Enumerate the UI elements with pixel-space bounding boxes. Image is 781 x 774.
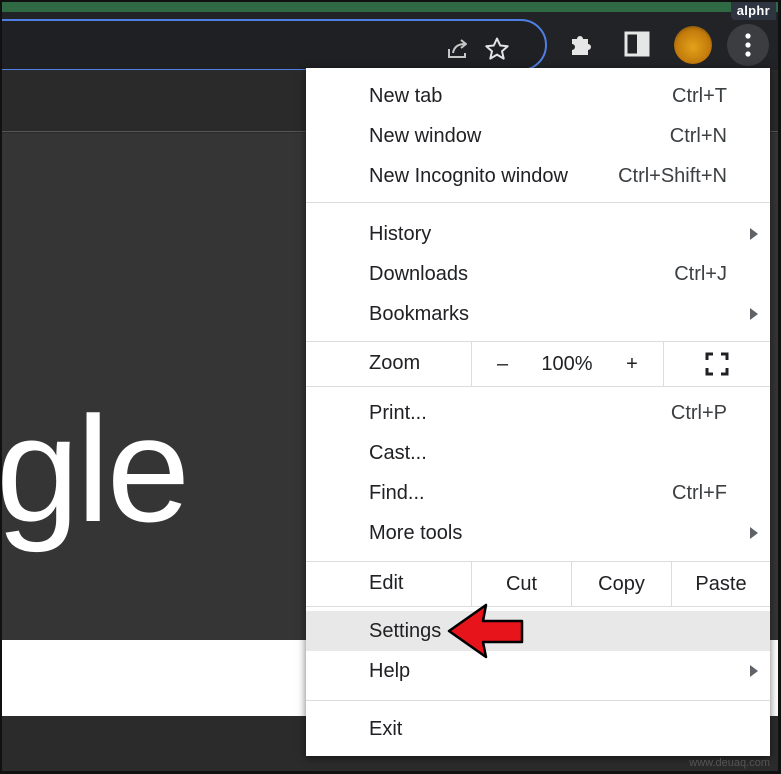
menu-item-label: Cast... — [369, 442, 427, 464]
menu-item-history[interactable]: History — [306, 214, 770, 254]
menu-item-cast[interactable]: Cast... — [306, 433, 770, 473]
menu-item-shortcut: Ctrl+N — [669, 125, 727, 147]
browser-window: alphr gle New tab Ctrl+T New window Ctrl… — [0, 0, 781, 774]
submenu-arrow-icon — [750, 228, 758, 240]
menu-item-label: New window — [369, 125, 482, 147]
menu-item-shortcut: Ctrl+F — [672, 482, 727, 504]
brand-badge: alphr — [730, 2, 776, 20]
menu-item-new-incognito-window[interactable]: New Incognito window Ctrl+Shift+N — [306, 156, 770, 196]
edit-row: Edit Cut Copy Paste — [306, 562, 770, 606]
menu-separator — [306, 202, 770, 203]
menu-item-exit[interactable]: Exit — [306, 709, 770, 749]
menu-item-shortcut: Ctrl+T — [672, 85, 727, 107]
menu-item-new-window[interactable]: New window Ctrl+N — [306, 116, 770, 156]
zoom-row: Zoom – 100% + — [306, 342, 770, 386]
zoom-label: Zoom — [369, 352, 421, 374]
submenu-arrow-icon — [750, 665, 758, 677]
menu-item-more-tools[interactable]: More tools — [306, 513, 770, 553]
menu-item-label: Bookmarks — [369, 303, 470, 325]
google-logo-partial: gle — [0, 385, 190, 553]
zoom-minus-text: – — [496, 352, 509, 375]
zoom-level-value: 100% — [533, 342, 601, 386]
menu-item-bookmarks[interactable]: Bookmarks — [306, 294, 770, 334]
edit-label: Edit — [369, 572, 404, 594]
menu-item-settings[interactable]: Settings — [306, 611, 770, 651]
zoom-in-button[interactable]: + — [601, 342, 663, 386]
fullscreen-button[interactable] — [663, 342, 770, 386]
menu-separator — [306, 700, 770, 701]
paste-label: Paste — [695, 572, 747, 595]
menu-item-label: Settings — [369, 620, 442, 642]
menu-item-label: More tools — [369, 522, 463, 544]
zoom-value-text: 100% — [541, 352, 593, 375]
menu-item-label: Downloads — [369, 263, 468, 285]
fullscreen-icon — [705, 352, 729, 376]
cut-button[interactable]: Cut — [471, 562, 571, 606]
menu-separator — [306, 386, 770, 387]
browser-toolbar — [2, 12, 778, 71]
submenu-arrow-icon — [750, 308, 758, 320]
side-panel-icon[interactable] — [621, 28, 653, 60]
profile-avatar[interactable] — [674, 26, 712, 64]
menu-item-label: Help — [369, 660, 411, 682]
menu-item-shortcut: Ctrl+P — [670, 402, 727, 424]
copy-label: Copy — [598, 572, 645, 595]
menu-item-help[interactable]: Help — [306, 651, 770, 691]
window-top-strip — [2, 2, 778, 12]
menu-item-find[interactable]: Find... Ctrl+F — [306, 473, 770, 513]
menu-item-shortcut: Ctrl+J — [674, 263, 727, 285]
submenu-arrow-icon — [750, 527, 758, 539]
bookmark-star-icon[interactable] — [483, 35, 511, 63]
menu-item-label: New Incognito window — [369, 165, 568, 187]
zoom-out-button[interactable]: – — [471, 342, 533, 386]
menu-item-shortcut: Ctrl+Shift+N — [618, 165, 727, 187]
red-pointer-arrow-icon — [447, 603, 524, 659]
menu-item-label: Find... — [369, 482, 425, 504]
address-bar[interactable] — [2, 19, 547, 71]
cut-label: Cut — [505, 572, 538, 595]
copy-button[interactable]: Copy — [571, 562, 671, 606]
menu-item-label: Print... — [369, 402, 427, 424]
menu-item-label: Exit — [369, 718, 403, 740]
zoom-plus-text: + — [626, 352, 638, 375]
three-dots-vertical-icon — [745, 33, 751, 57]
share-icon[interactable] — [444, 35, 472, 63]
menu-item-label: New tab — [369, 85, 443, 107]
menu-item-new-tab[interactable]: New tab Ctrl+T — [306, 76, 770, 116]
menu-item-label: History — [369, 223, 432, 245]
menu-separator — [306, 606, 770, 607]
paste-button[interactable]: Paste — [671, 562, 770, 606]
chrome-menu-button[interactable] — [727, 24, 769, 66]
menu-item-downloads[interactable]: Downloads Ctrl+J — [306, 254, 770, 294]
menu-item-print[interactable]: Print... Ctrl+P — [306, 393, 770, 433]
chrome-menu: New tab Ctrl+T New window Ctrl+N New Inc… — [306, 68, 770, 756]
watermark: www.deuaq.com — [689, 757, 770, 769]
extensions-puzzle-icon[interactable] — [565, 28, 597, 60]
